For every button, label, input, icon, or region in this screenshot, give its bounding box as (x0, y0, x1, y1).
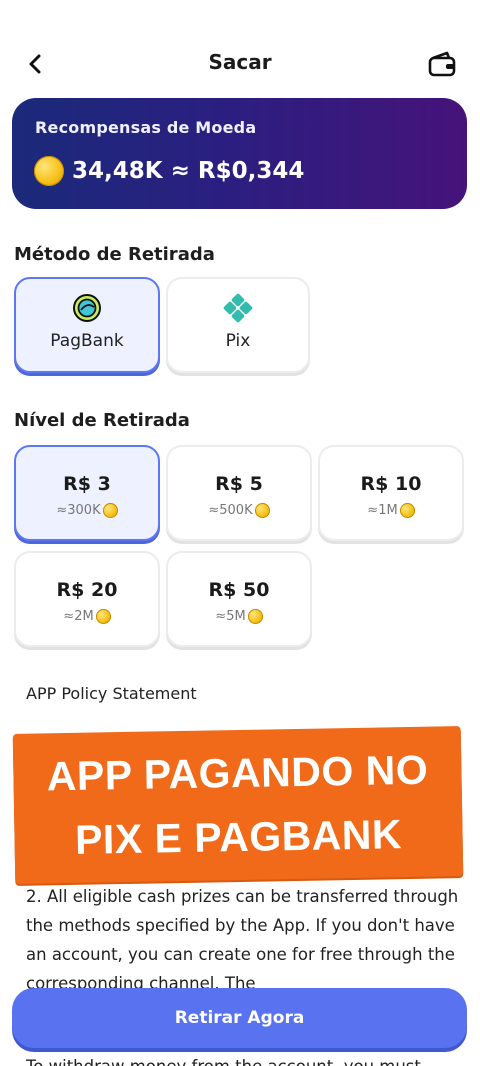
coin-icon (95, 609, 111, 624)
policy-title: APP Policy Statement (26, 684, 197, 703)
wallet-button[interactable] (422, 44, 462, 84)
coin-icon (247, 609, 263, 624)
level-amount: R$ 3 (63, 473, 111, 495)
level-coins: ≈1M (320, 503, 462, 518)
rewards-balance: 34,48K ≈ R$0,344 (34, 156, 304, 186)
level-coin-value: ≈5M (215, 609, 246, 624)
withdraw-now-button[interactable]: Retirar Agora (12, 988, 467, 1048)
promo-line-1: APP PAGANDO NO (46, 746, 429, 800)
pix-icon (223, 293, 253, 323)
rewards-label: Recompensas de Moeda (35, 118, 257, 137)
method-option-pagbank[interactable]: PagBank (14, 277, 160, 373)
rewards-value: 34,48K ≈ R$0,344 (72, 158, 305, 184)
coin-icon (34, 156, 64, 186)
level-amount: R$ 5 (215, 473, 263, 495)
level-option-3[interactable]: R$ 3 ≈300K (14, 445, 160, 541)
level-coin-value: ≈500K (208, 503, 253, 518)
wallet-icon (428, 51, 456, 77)
method-option-pix[interactable]: Pix (166, 277, 310, 373)
promo-line-2: PIX E PAGBANK (74, 811, 403, 863)
level-coins: ≈300K (16, 503, 158, 518)
level-section-title: Nível de Retirada (14, 410, 190, 431)
method-label-pagbank: PagBank (50, 331, 124, 351)
promo-banner: APP PAGANDO NO PIX E PAGBANK (12, 726, 464, 884)
level-coins: ≈500K (168, 503, 310, 518)
coin-icon (399, 503, 415, 518)
policy-text-continued: To withdraw money from the account, you … (26, 1052, 460, 1066)
level-option-10[interactable]: R$ 10 ≈1M (318, 445, 464, 541)
level-coin-value: ≈300K (56, 503, 101, 518)
level-option-20[interactable]: R$ 20 ≈2M (14, 551, 160, 647)
level-option-50[interactable]: R$ 50 ≈5M (166, 551, 312, 647)
coin-icon (102, 503, 118, 518)
level-amount: R$ 50 (208, 579, 270, 601)
level-coins: ≈2M (16, 609, 158, 624)
level-coin-value: ≈2M (63, 609, 94, 624)
policy-text: 2. All eligible cash prizes can be trans… (26, 887, 459, 993)
pagbank-icon (73, 294, 101, 322)
level-coins: ≈5M (168, 609, 310, 624)
level-option-5[interactable]: R$ 5 ≈500K (166, 445, 312, 541)
method-section-title: Método de Retirada (14, 244, 215, 265)
top-bar: Sacar (0, 36, 480, 92)
method-label-pix: Pix (225, 331, 251, 351)
level-amount: R$ 20 (56, 579, 118, 601)
level-amount: R$ 10 (360, 473, 422, 495)
coin-icon (254, 503, 270, 518)
coin-rewards-card: Recompensas de Moeda 34,48K ≈ R$0,344 (12, 98, 467, 209)
level-coin-value: ≈1M (367, 503, 398, 518)
page-title: Sacar (208, 50, 272, 74)
